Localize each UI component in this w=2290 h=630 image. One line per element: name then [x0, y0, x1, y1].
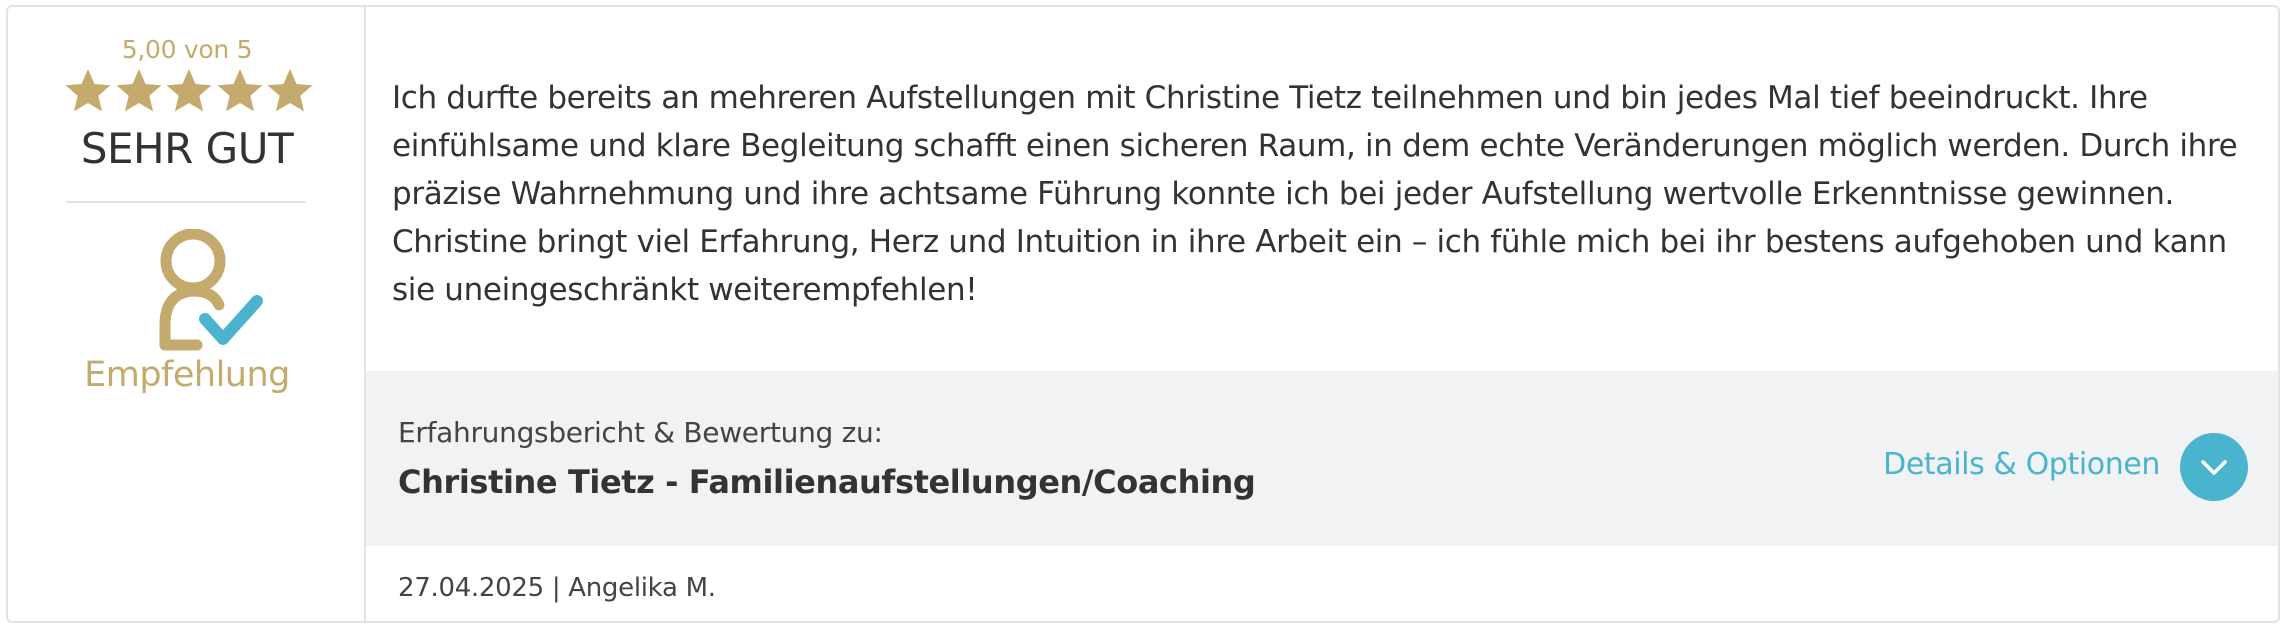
product-caption: Erfahrungsbericht & Bewertung zu:: [398, 416, 883, 449]
star-icon: [64, 67, 112, 115]
star-icon: [216, 67, 264, 115]
recommendation-label: Empfehlung: [84, 355, 290, 395]
rating-panel: 5,00 von 5 SEHR GUT Empfehlung: [8, 7, 366, 621]
review-date: 27.04.2025: [398, 573, 544, 603]
review-text: Ich durfte bereits an mehreren Aufstellu…: [392, 80, 2238, 308]
details-options-link[interactable]: Details & Optionen: [1883, 447, 2160, 482]
star-icon: [266, 67, 314, 115]
star-icon: [115, 67, 163, 115]
details-toggle-button[interactable]: [2180, 433, 2248, 501]
meta-separator: |: [543, 573, 569, 603]
product-section: Erfahrungsbericht & Bewertung zu: Christ…: [366, 371, 2278, 546]
review-card: 5,00 von 5 SEHR GUT Empfehlung Ich durft…: [6, 5, 2280, 623]
rating-grade: SEHR GUT: [80, 124, 294, 173]
chevron-down-icon: [2201, 460, 2227, 475]
product-name[interactable]: Christine Tietz - Familienaufstellungen/…: [398, 463, 1256, 501]
divider: [66, 201, 306, 203]
star-icon: [165, 67, 213, 115]
user-check-icon: [153, 229, 265, 351]
review-meta: 27.04.2025 | Angelika M.: [398, 573, 716, 603]
rating-score-text: 5,00 von 5: [121, 35, 253, 64]
review-author: Angelika M.: [568, 573, 716, 603]
star-rating: [64, 67, 314, 119]
